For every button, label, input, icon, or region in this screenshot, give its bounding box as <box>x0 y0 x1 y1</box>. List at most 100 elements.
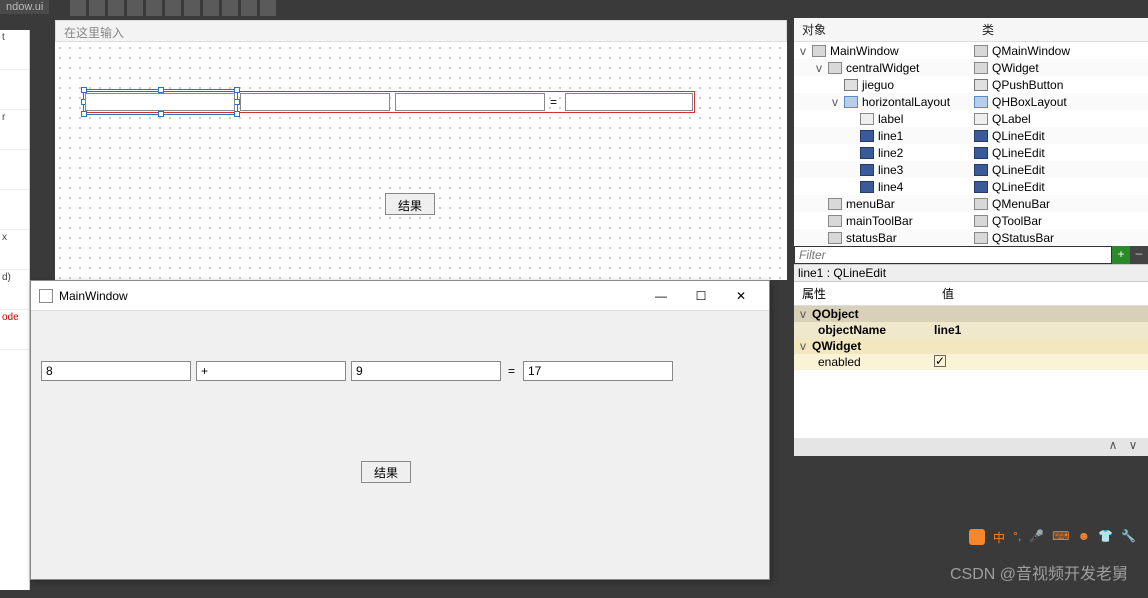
chevron-down-icon[interactable]: v <box>798 339 808 353</box>
designer-canvas-wrap: 在这里输入 = 结果 <box>55 20 787 280</box>
sidebar-item[interactable]: d) <box>0 270 29 310</box>
prop-value[interactable]: line1 <box>934 323 961 337</box>
design-line3[interactable] <box>395 93 545 111</box>
file-tab[interactable]: ndow.ui <box>0 0 49 14</box>
chevron-down-icon[interactable]: v <box>798 307 808 321</box>
col-object[interactable]: 对象 <box>794 18 974 41</box>
watermark: CSDN @音视频开发老舅 <box>950 560 1128 584</box>
toolbar-icon[interactable] <box>165 0 181 16</box>
minimize-button[interactable]: — <box>641 282 681 310</box>
class-name: QMenuBar <box>992 197 1050 211</box>
filter-input[interactable] <box>794 246 1112 264</box>
tree-row[interactable]: line1QLineEdit <box>794 127 1148 144</box>
tree-row[interactable]: menuBar QMenuBar <box>794 195 1148 212</box>
tree-row[interactable]: line4QLineEdit <box>794 178 1148 195</box>
sidebar-item[interactable] <box>0 190 29 230</box>
design-line4[interactable] <box>565 93 693 111</box>
tree-row[interactable]: vcentralWidgetQWidget <box>794 59 1148 76</box>
sogou-icon[interactable] <box>969 529 985 545</box>
section-qobject[interactable]: v QObject <box>794 306 1148 322</box>
class-icon <box>974 164 988 176</box>
toolbar-icon[interactable] <box>203 0 219 16</box>
sidebar-item[interactable]: t <box>0 30 29 70</box>
toolbar-icon[interactable] <box>260 0 276 16</box>
toolbar-icon[interactable] <box>70 0 86 16</box>
object-name: horizontalLayout <box>862 95 950 109</box>
tree-row[interactable]: mainToolBarQToolBar <box>794 212 1148 229</box>
object-tree[interactable]: vMainWindowQMainWindowvcentralWidgetQWid… <box>794 42 1148 246</box>
section-qwidget[interactable]: v QWidget <box>794 338 1148 354</box>
object-icon <box>828 232 842 244</box>
titlebar[interactable]: MainWindow — ☐ ✕ <box>31 281 769 311</box>
ime-toolbar[interactable]: 中 °, 🎤 ⌨ ☻ 👕 🔧 <box>969 529 1136 546</box>
keyboard-icon[interactable]: ⌨ <box>1052 529 1069 546</box>
col-value[interactable]: 值 <box>934 282 1074 305</box>
object-icon <box>860 130 874 142</box>
face-icon[interactable]: ☻ <box>1077 529 1090 546</box>
class-icon <box>974 232 988 244</box>
add-button[interactable]: + <box>1112 246 1130 264</box>
mic-icon[interactable]: 🎤 <box>1029 529 1044 546</box>
toolbar-icon[interactable] <box>89 0 105 16</box>
tree-row[interactable]: line2QLineEdit <box>794 144 1148 161</box>
close-button[interactable]: ✕ <box>721 282 761 310</box>
line3-input[interactable] <box>351 361 501 381</box>
tree-row[interactable]: line3QLineEdit <box>794 161 1148 178</box>
object-icon <box>828 215 842 227</box>
sidebar-item[interactable] <box>0 70 29 110</box>
tree-row[interactable]: v horizontalLayout QHBoxLayout <box>794 93 1148 110</box>
tree-row[interactable]: jieguoQPushButton <box>794 76 1148 93</box>
line2-input[interactable] <box>196 361 346 381</box>
toolbar-icon[interactable] <box>146 0 162 16</box>
prop-objectname[interactable]: objectName line1 <box>794 322 1148 338</box>
tree-row[interactable]: vMainWindowQMainWindow <box>794 42 1148 59</box>
design-line2[interactable] <box>240 93 390 111</box>
col-property[interactable]: 属性 <box>794 282 934 305</box>
col-class[interactable]: 类 <box>974 18 1002 41</box>
tree-row[interactable]: statusBarQStatusBar <box>794 229 1148 246</box>
result-button[interactable]: 结果 <box>361 461 411 483</box>
sidebar-item[interactable] <box>0 150 29 190</box>
class-name: QMainWindow <box>992 44 1070 58</box>
sidebar-item[interactable]: r <box>0 110 29 150</box>
class-icon <box>974 45 988 57</box>
sidebar-item[interactable]: x <box>0 230 29 270</box>
inspector-header: 对象 类 <box>794 18 1148 42</box>
line1-input[interactable] <box>41 361 191 381</box>
ime-mode[interactable]: 中 <box>993 529 1005 546</box>
toolbar-icon[interactable] <box>241 0 257 16</box>
object-name: label <box>878 112 903 126</box>
tree-expand-icon[interactable]: v <box>830 95 840 109</box>
tree-expand-icon[interactable]: v <box>814 61 824 75</box>
maximize-button[interactable]: ☐ <box>681 282 721 310</box>
punct-icon[interactable]: °, <box>1013 529 1021 546</box>
design-line1[interactable] <box>85 93 235 111</box>
tree-row[interactable]: labelQLabel <box>794 110 1148 127</box>
checkbox-checked-icon[interactable]: ✓ <box>934 355 946 367</box>
class-name: QLineEdit <box>992 146 1045 160</box>
remove-button[interactable]: – <box>1130 246 1148 264</box>
design-result-button[interactable]: 结果 <box>385 193 435 215</box>
class-name: QHBoxLayout <box>992 95 1067 109</box>
line4-input[interactable] <box>523 361 673 381</box>
toolbar-icon[interactable] <box>222 0 238 16</box>
wrench-icon[interactable]: 🔧 <box>1121 529 1136 546</box>
filter-bar: + – <box>794 246 1148 264</box>
class-icon <box>974 147 988 159</box>
section-label: QObject <box>812 307 859 321</box>
runtime-window[interactable]: MainWindow — ☐ ✕ = 结果 <box>30 280 770 580</box>
skin-icon[interactable]: 👕 <box>1098 529 1113 546</box>
class-icon <box>974 181 988 193</box>
nav-up-icon[interactable]: ∧ <box>1104 438 1122 456</box>
nav-down-icon[interactable]: ∨ <box>1124 438 1142 456</box>
prop-enabled[interactable]: enabled ✓ <box>794 354 1148 370</box>
sidebar-item[interactable]: ode <box>0 310 29 350</box>
toolbar-icon[interactable] <box>108 0 124 16</box>
object-name: menuBar <box>846 197 895 211</box>
placeholder-bar[interactable]: 在这里输入 <box>55 20 787 42</box>
toolbar-icon[interactable] <box>184 0 200 16</box>
toolbar-icon[interactable] <box>127 0 143 16</box>
design-canvas[interactable]: = 结果 <box>55 43 787 280</box>
tree-expand-icon[interactable]: v <box>798 44 808 58</box>
object-icon <box>844 96 858 108</box>
